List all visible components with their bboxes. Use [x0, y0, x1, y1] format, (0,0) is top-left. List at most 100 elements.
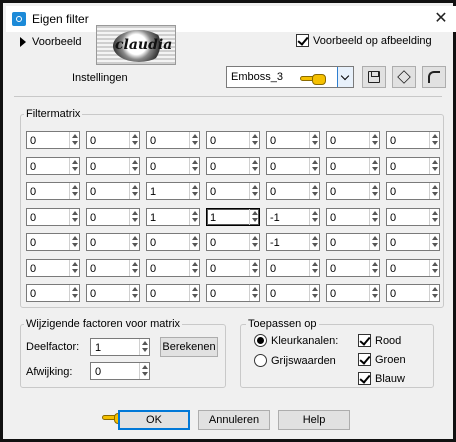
matrix-cell[interactable]: 0	[146, 157, 200, 175]
matrix-cell-spinner[interactable]	[369, 158, 379, 174]
red-checkbox[interactable]: Rood	[358, 334, 401, 347]
matrix-cell-spinner[interactable]	[129, 183, 139, 199]
matrix-cell[interactable]: 0	[86, 259, 140, 277]
close-icon[interactable]: ✕	[432, 10, 450, 28]
matrix-cell-spinner[interactable]	[309, 209, 319, 225]
matrix-cell-spinner[interactable]	[369, 209, 379, 225]
checkbox-box[interactable]	[358, 372, 371, 385]
matrix-cell[interactable]: 0	[326, 233, 380, 251]
matrix-cell[interactable]: 0	[206, 157, 260, 175]
matrix-cell-spinner[interactable]	[309, 285, 319, 301]
matrix-cell-spinner[interactable]	[249, 158, 259, 174]
matrix-cell[interactable]: 1	[146, 208, 200, 226]
matrix-cell[interactable]: 0	[26, 259, 80, 277]
matrix-cell-spinner[interactable]	[429, 158, 439, 174]
matrix-cell-spinner[interactable]	[129, 285, 139, 301]
matrix-cell-spinner[interactable]	[249, 132, 259, 148]
matrix-cell[interactable]: 0	[386, 157, 440, 175]
matrix-cell-spinner[interactable]	[249, 234, 259, 250]
matrix-cell[interactable]: 0	[266, 182, 320, 200]
radio-dot[interactable]	[254, 354, 267, 367]
preset-dropdown[interactable]: Emboss_3	[226, 66, 354, 88]
matrix-cell[interactable]: 0	[266, 131, 320, 149]
radio-dot[interactable]	[254, 334, 267, 347]
matrix-cell[interactable]: 0	[26, 208, 80, 226]
matrix-cell-spinner[interactable]	[129, 158, 139, 174]
matrix-cell[interactable]: -1	[266, 233, 320, 251]
matrix-cell[interactable]: 0	[86, 157, 140, 175]
matrix-cell-spinner[interactable]	[369, 183, 379, 199]
matrix-cell-spinner[interactable]	[249, 209, 259, 225]
matrix-cell-spinner[interactable]	[69, 183, 79, 199]
matrix-cell[interactable]: 0	[386, 259, 440, 277]
matrix-cell[interactable]: 1	[206, 208, 260, 226]
blue-checkbox[interactable]: Blauw	[358, 372, 405, 385]
checkbox-box[interactable]	[358, 353, 371, 366]
matrix-cell-spinner[interactable]	[369, 260, 379, 276]
divisor-field[interactable]: 1	[90, 338, 150, 356]
matrix-cell[interactable]: 0	[26, 131, 80, 149]
matrix-cell[interactable]: 0	[386, 233, 440, 251]
matrix-cell[interactable]: 0	[326, 131, 380, 149]
matrix-cell-spinner[interactable]	[429, 260, 439, 276]
matrix-cell[interactable]: 0	[146, 284, 200, 302]
matrix-cell-spinner[interactable]	[69, 285, 79, 301]
matrix-cell[interactable]: 0	[206, 284, 260, 302]
matrix-cell-spinner[interactable]	[129, 234, 139, 250]
matrix-cell-spinner[interactable]	[369, 285, 379, 301]
matrix-cell[interactable]: 0	[86, 208, 140, 226]
matrix-cell-spinner[interactable]	[189, 234, 199, 250]
matrix-cell-spinner[interactable]	[429, 132, 439, 148]
matrix-cell[interactable]: 0	[326, 284, 380, 302]
matrix-cell[interactable]: 0	[26, 182, 80, 200]
preview-toggle[interactable]: Voorbeeld	[20, 36, 82, 48]
matrix-cell[interactable]: 0	[86, 131, 140, 149]
matrix-cell[interactable]: 0	[146, 233, 200, 251]
matrix-cell-spinner[interactable]	[249, 285, 259, 301]
matrix-cell[interactable]: 0	[386, 284, 440, 302]
matrix-cell[interactable]: 0	[266, 157, 320, 175]
matrix-cell-spinner[interactable]	[189, 183, 199, 199]
matrix-cell-spinner[interactable]	[189, 285, 199, 301]
matrix-cell[interactable]: 0	[146, 131, 200, 149]
matrix-cell-spinner[interactable]	[249, 183, 259, 199]
matrix-cell[interactable]: 0	[326, 208, 380, 226]
matrix-cell[interactable]: 0	[386, 131, 440, 149]
matrix-cell-spinner[interactable]	[429, 234, 439, 250]
matrix-cell[interactable]: 0	[26, 284, 80, 302]
help-button[interactable]: Help	[278, 410, 350, 430]
matrix-cell-spinner[interactable]	[189, 209, 199, 225]
matrix-cell-spinner[interactable]	[69, 260, 79, 276]
matrix-cell-spinner[interactable]	[309, 158, 319, 174]
matrix-cell-spinner[interactable]	[129, 209, 139, 225]
matrix-cell-spinner[interactable]	[189, 158, 199, 174]
matrix-cell-spinner[interactable]	[69, 132, 79, 148]
matrix-cell[interactable]: -1	[266, 208, 320, 226]
matrix-cell-spinner[interactable]	[309, 234, 319, 250]
matrix-cell-spinner[interactable]	[429, 209, 439, 225]
matrix-cell-spinner[interactable]	[429, 183, 439, 199]
matrix-cell-spinner[interactable]	[369, 132, 379, 148]
matrix-cell[interactable]: 0	[86, 233, 140, 251]
matrix-cell-spinner[interactable]	[369, 234, 379, 250]
calculate-button[interactable]: Berekenen	[160, 337, 218, 357]
matrix-cell[interactable]: 0	[386, 208, 440, 226]
grayscale-radio[interactable]: Grijswaarden	[254, 354, 336, 367]
ok-button[interactable]: OK	[118, 410, 190, 430]
color-channels-radio[interactable]: Kleurkanalen:	[254, 334, 338, 347]
matrix-cell-spinner[interactable]	[189, 260, 199, 276]
divisor-spinner[interactable]	[139, 339, 149, 355]
matrix-cell-spinner[interactable]	[309, 260, 319, 276]
randomize-button[interactable]	[392, 66, 416, 88]
matrix-cell[interactable]: 0	[26, 157, 80, 175]
bias-spinner[interactable]	[139, 363, 149, 379]
matrix-cell[interactable]: 0	[326, 259, 380, 277]
matrix-cell[interactable]: 0	[386, 182, 440, 200]
matrix-cell-spinner[interactable]	[69, 234, 79, 250]
matrix-cell[interactable]: 0	[86, 284, 140, 302]
matrix-cell[interactable]: 0	[266, 259, 320, 277]
matrix-cell[interactable]: 0	[206, 259, 260, 277]
matrix-cell-spinner[interactable]	[129, 132, 139, 148]
matrix-cell-spinner[interactable]	[429, 285, 439, 301]
cancel-button[interactable]: Annuleren	[198, 410, 270, 430]
